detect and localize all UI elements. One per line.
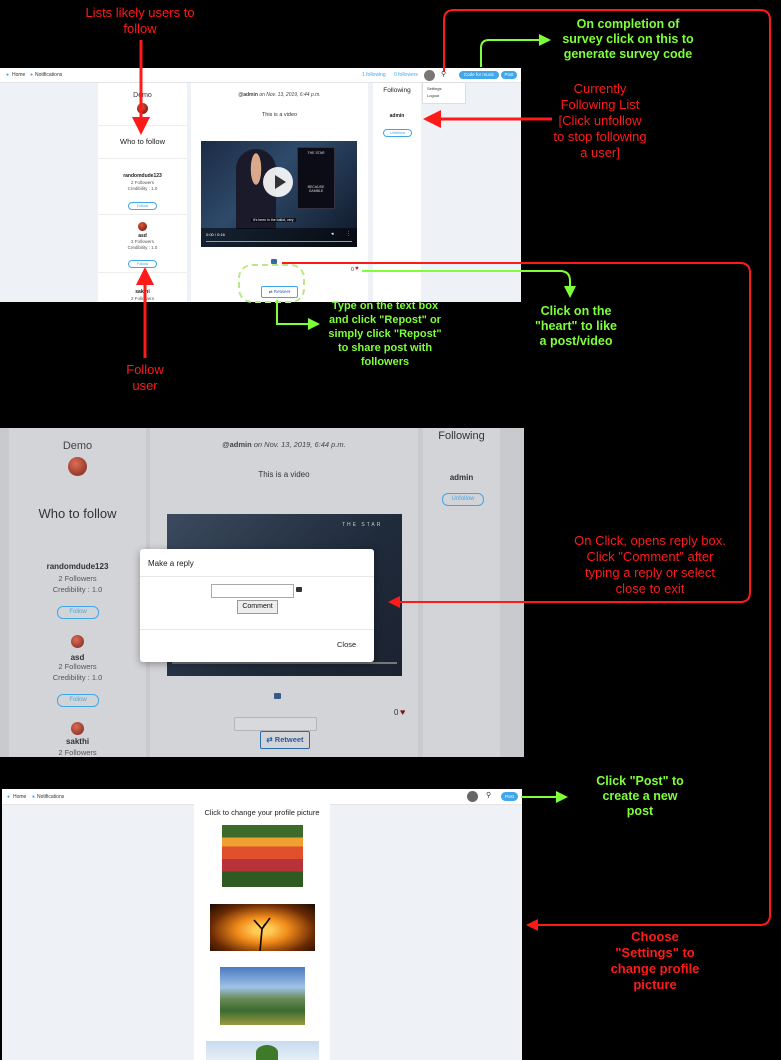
annotation-repost: Type on the text box and click "Repost" … [328, 300, 442, 368]
annotation-arrows [132, 9, 771, 931]
annotation-settings: Choose "Settings" to change profile pict… [610, 929, 700, 992]
arrow [362, 270, 576, 298]
annotation-follow-user: Follow user [126, 362, 164, 393]
annotation-reply: On Click, opens reply box. Click "Commen… [574, 533, 726, 596]
arrow [276, 300, 320, 330]
arrow [480, 34, 551, 67]
annotation-survey: On completion of survey click on this to… [562, 17, 694, 61]
annotation-post: Click "Post" to create a new post [596, 774, 684, 818]
annotation-lists-users: Lists likely users to follow [85, 5, 195, 36]
annotation-following-list: Currently Following List [Click unfollow… [553, 81, 647, 160]
annotation-heart: Click on the "heart" to like a post/vide… [534, 304, 617, 348]
